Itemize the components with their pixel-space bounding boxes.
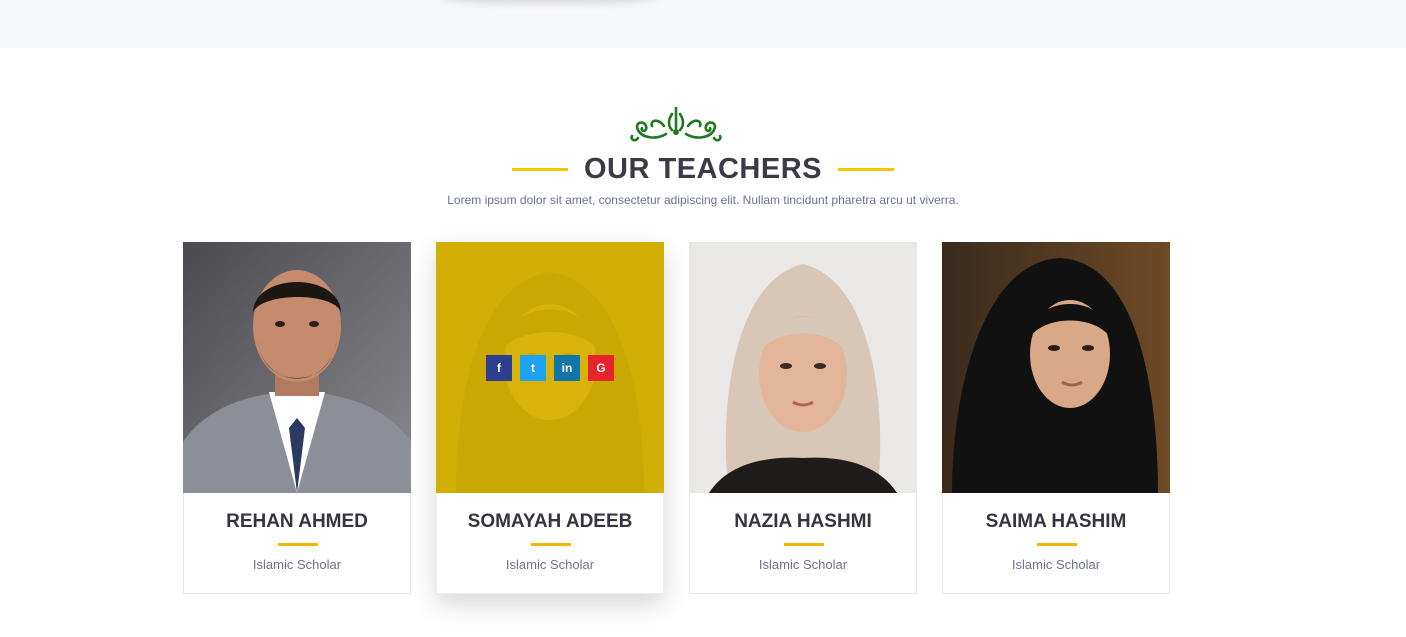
teacher-name[interactable]: NAZIA HASHMI: [690, 511, 916, 533]
name-underline: [1037, 543, 1077, 546]
name-underline: [531, 543, 571, 546]
twitter-icon[interactable]: t: [520, 355, 546, 381]
teacher-role: Islamic Scholar: [252, 557, 342, 572]
teacher-photo: f t in G: [436, 242, 664, 493]
heading-line-right: [838, 167, 894, 171]
name-underline: [784, 543, 824, 546]
linkedin-icon[interactable]: in: [554, 355, 580, 381]
ornament-icon: [630, 106, 722, 142]
teacher-card[interactable]: NAZIA HASHMI Islamic Scholar: [689, 242, 917, 594]
heading-line-left: [511, 167, 568, 171]
teacher-role: Islamic Scholar: [505, 557, 595, 572]
teacher-photo: [689, 242, 917, 493]
google-icon[interactable]: G: [588, 355, 614, 381]
teacher-name[interactable]: SOMAYAH ADEEB: [437, 511, 663, 533]
teacher-name[interactable]: REHAN AHMED: [184, 511, 410, 533]
teacher-card-active[interactable]: f t in G SOMAYAH ADEEB Islamic Scholar: [436, 242, 664, 594]
top-section-band: [0, 0, 1406, 48]
section-subtitle: Lorem ipsum dolor sit amet, consectetur …: [447, 193, 959, 207]
teacher-name[interactable]: SAIMA HASHIM: [943, 511, 1169, 533]
section-heading-row: OUR TEACHERS: [0, 148, 1406, 190]
hover-overlay: f t in G: [436, 242, 664, 493]
teacher-role: Islamic Scholar: [1011, 557, 1101, 572]
name-underline: [278, 543, 318, 546]
teacher-role: Islamic Scholar: [758, 557, 848, 572]
teacher-card[interactable]: REHAN AHMED Islamic Scholar: [183, 242, 411, 594]
teacher-photo: [942, 242, 1170, 493]
section-title: OUR TEACHERS: [583, 152, 822, 185]
teacher-card[interactable]: SAIMA HASHIM Islamic Scholar: [942, 242, 1170, 594]
teacher-photo: [183, 242, 411, 493]
social-links: f t in G: [486, 355, 614, 381]
facebook-icon[interactable]: f: [486, 355, 512, 381]
